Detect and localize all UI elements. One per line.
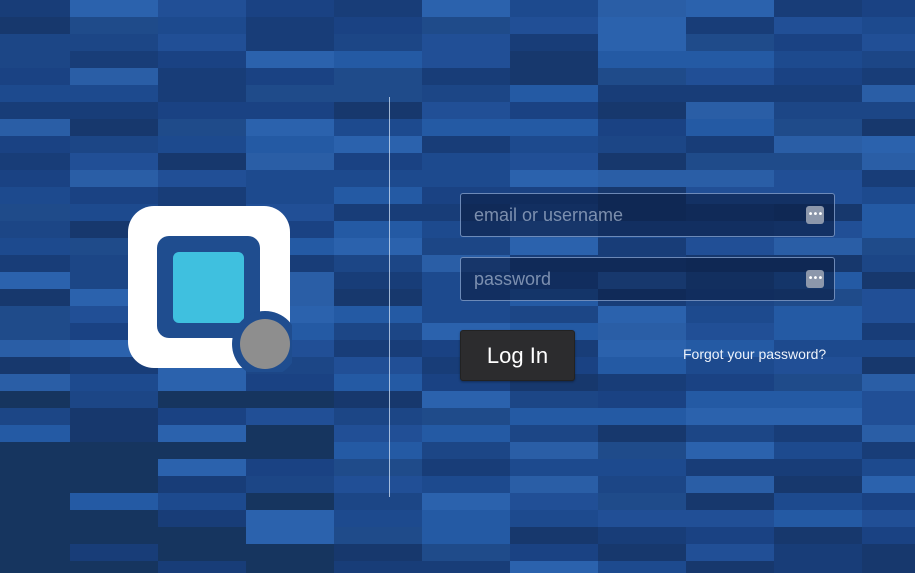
forgot-password-link[interactable]: Forgot your password?: [683, 346, 826, 362]
username-input[interactable]: [461, 194, 834, 236]
app-logo-icon: [128, 206, 292, 372]
password-input[interactable]: [461, 258, 834, 300]
vertical-divider: [389, 97, 390, 497]
login-button[interactable]: Log In: [460, 330, 575, 381]
password-manager-icon[interactable]: •••: [806, 206, 824, 224]
password-manager-icon[interactable]: •••: [806, 270, 824, 288]
password-field-container: •••: [460, 257, 835, 301]
username-field-container: •••: [460, 193, 835, 237]
